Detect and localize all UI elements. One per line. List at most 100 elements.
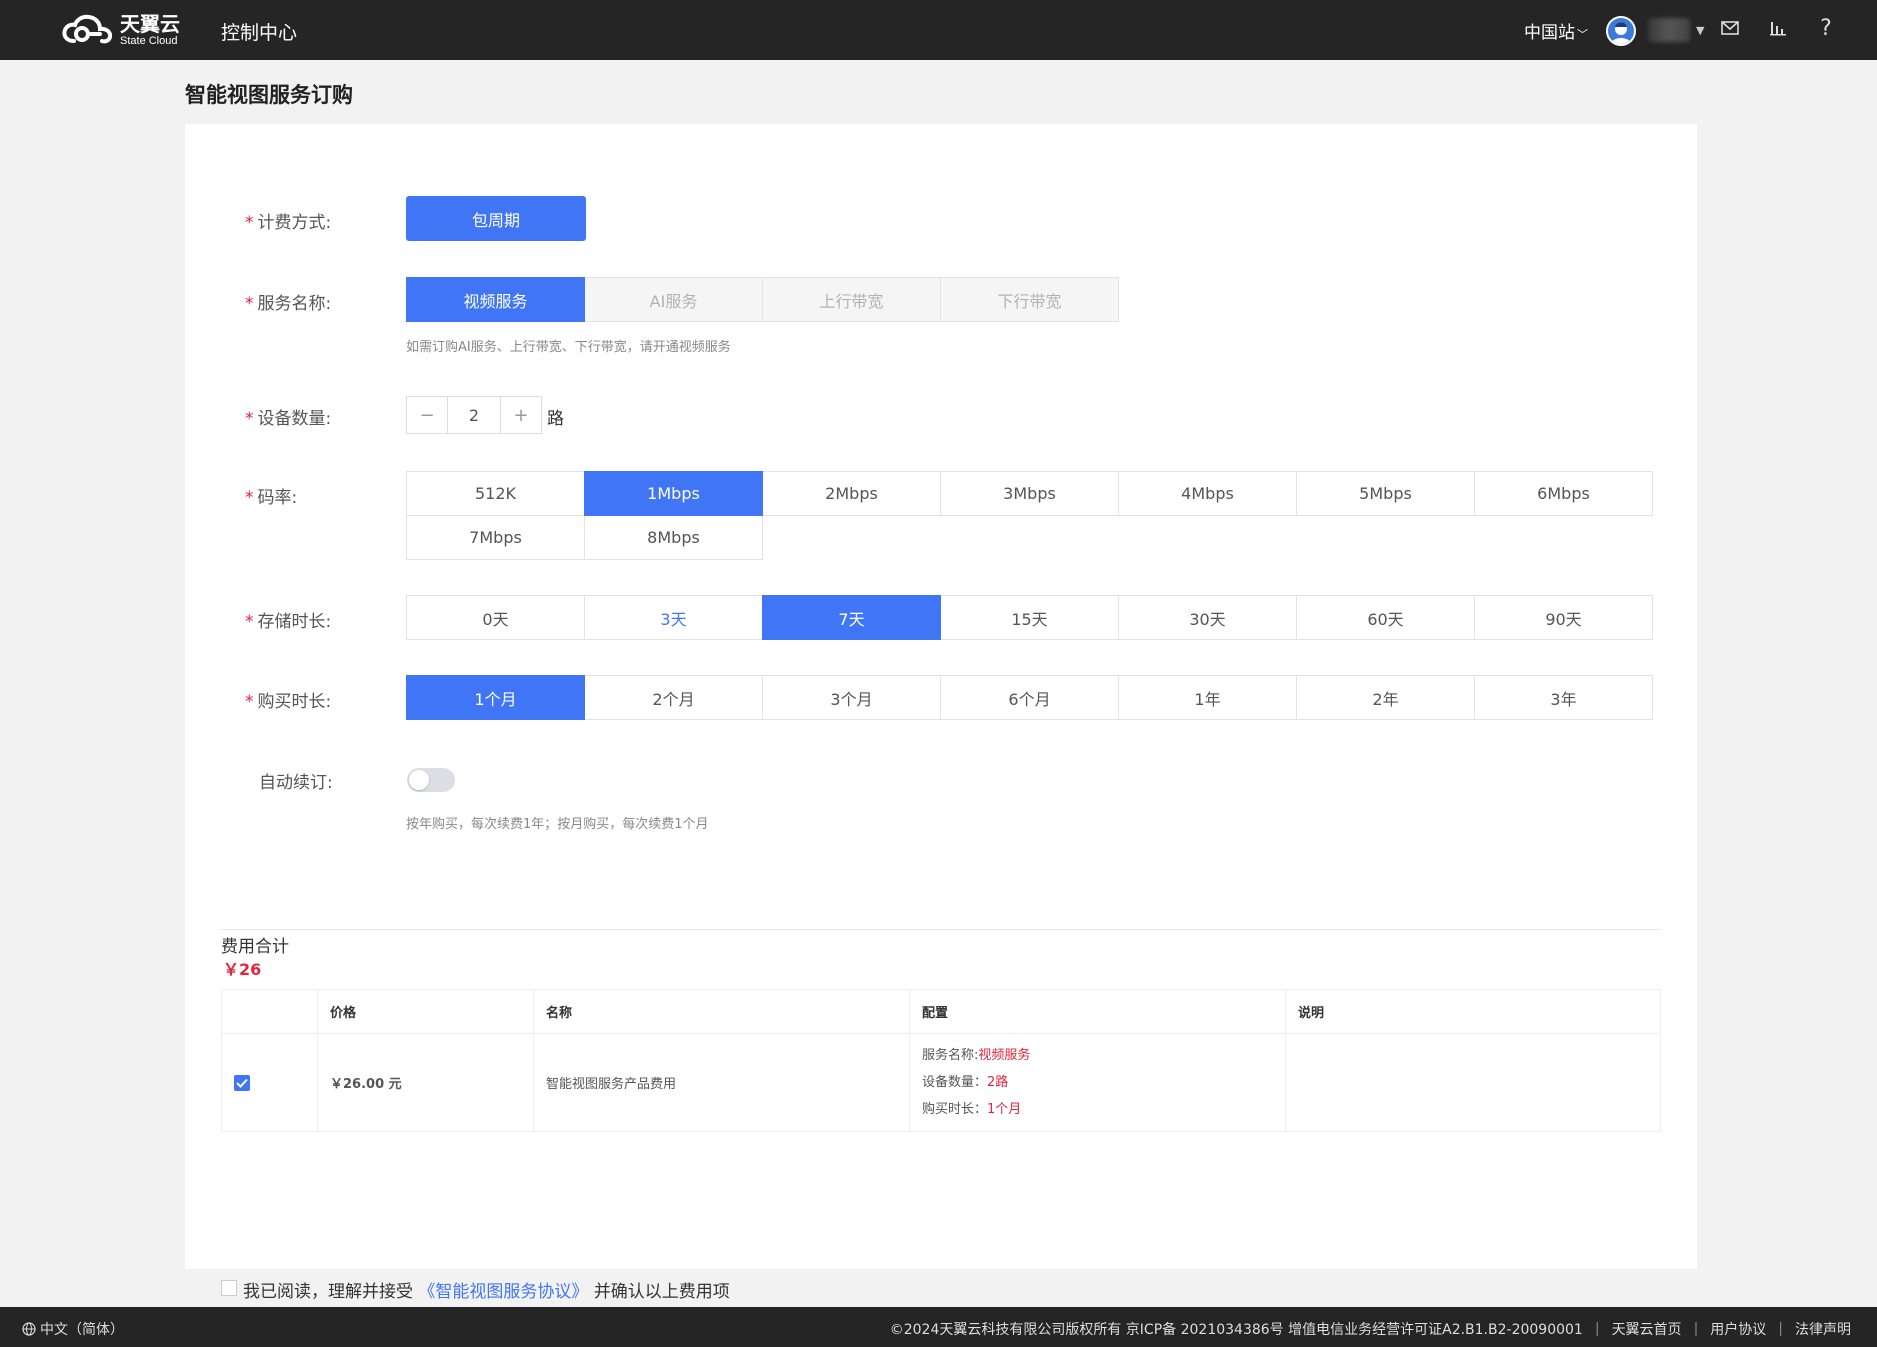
bitrate-option-7mbps[interactable]: 7Mbps <box>406 515 585 560</box>
bitrate-option-8mbps[interactable]: 8Mbps <box>584 515 763 560</box>
storage-label: * 存储时长: <box>245 612 332 632</box>
storage-option-3d[interactable]: 3天 <box>584 595 763 640</box>
auto-renew-toggle[interactable] <box>407 768 455 792</box>
config-value: 视频服务 <box>978 1048 1031 1063</box>
duration-option-2y[interactable]: 2年 <box>1296 675 1475 720</box>
billing-prepaid-button[interactable]: 包周期 <box>406 196 586 241</box>
agreement-checkbox[interactable] <box>221 1280 237 1296</box>
bar-stats-icon[interactable] <box>1766 16 1790 40</box>
service-hint: 如需订购AI服务、上行带宽、下行带宽，请开通视频服务 <box>406 340 731 355</box>
service-option-video[interactable]: 视频服务 <box>406 277 585 322</box>
storage-option-90d[interactable]: 90天 <box>1474 595 1653 640</box>
fee-total-amount: ￥26 <box>223 960 262 979</box>
devices-label: * 设备数量: <box>245 409 332 429</box>
row-price: ￥26.00 元 <box>317 1033 534 1132</box>
logo-name: 天翼云 <box>120 11 180 36</box>
bitrate-options: 512K 1Mbps 2Mbps 3Mbps 4Mbps 5Mbps 6Mbps… <box>406 471 1666 560</box>
increment-button[interactable]: + <box>501 397 541 433</box>
row-config: 服务名称:视频服务 设备数量：2路 购买时长：1个月 <box>909 1033 1286 1132</box>
bitrate-label: * 码率: <box>245 488 298 508</box>
bitrate-option-2mbps[interactable]: 2Mbps <box>762 471 941 516</box>
config-value: 1个月 <box>987 1102 1022 1117</box>
footer-right: ©2024天翼云科技有限公司版权所有 京ICP备 2021034386号 增值电… <box>889 1319 1851 1339</box>
logo-subtitle: State Cloud <box>120 34 178 47</box>
config-key: 设备数量： <box>922 1075 988 1090</box>
column-note: 说明 <box>1285 989 1661 1034</box>
language-label: 中文（简体） <box>40 1322 124 1338</box>
footer: 中文（简体） ©2024天翼云科技有限公司版权所有 京ICP备 20210343… <box>0 1307 1877 1347</box>
duration-option-3m[interactable]: 3个月 <box>762 675 941 720</box>
duration-option-2m[interactable]: 2个月 <box>584 675 763 720</box>
storage-option-60d[interactable]: 60天 <box>1296 595 1475 640</box>
auto-renew-hint: 按年购买，每次续费1年；按月购买，每次续费1个月 <box>406 817 709 832</box>
table-row: ￥26.00 元 智能视图服务产品费用 服务名称:视频服务 设备数量：2路 购买… <box>221 1033 1661 1132</box>
fee-total-title: 费用合计 <box>221 937 289 957</box>
mail-icon[interactable] <box>1718 16 1742 40</box>
service-options: 视频服务 AI服务 上行带宽 下行带宽 <box>406 277 1126 322</box>
config-value: 2路 <box>987 1075 1009 1090</box>
column-config: 配置 <box>909 989 1286 1034</box>
username-redacted[interactable] <box>1648 18 1690 42</box>
caret-down-icon[interactable]: ▼ <box>1696 24 1704 37</box>
bitrate-option-3mbps[interactable]: 3Mbps <box>940 471 1119 516</box>
cloud-logo-icon <box>62 14 113 44</box>
storage-options: 0天 3天 7天 15天 30天 60天 90天 <box>406 595 1666 640</box>
avatar-icon <box>1611 22 1631 44</box>
bitrate-option-5mbps[interactable]: 5Mbps <box>1296 471 1475 516</box>
agreement-link[interactable]: 《智能视图服务协议》 <box>418 1282 588 1302</box>
duration-option-6m[interactable]: 6个月 <box>940 675 1119 720</box>
copyright-text: ©2024天翼云科技有限公司版权所有 京ICP备 2021034386号 增值电… <box>889 1322 1583 1338</box>
billing-label: * 计费方式: <box>245 213 332 233</box>
config-key: 服务名称: <box>922 1048 979 1063</box>
duration-options: 1个月 2个月 3个月 6个月 1年 2年 3年 <box>406 675 1666 720</box>
column-select <box>221 989 318 1034</box>
column-name: 名称 <box>533 989 910 1034</box>
order-form-card: * 计费方式: 包周期 * 服务名称: 视频服务 AI服务 上行带宽 下行带宽 如需… <box>185 124 1697 1347</box>
region-label: 中国站 <box>1524 23 1575 43</box>
section-divider <box>221 929 1661 930</box>
footer-link-legal[interactable]: 法律声明 <box>1795 1319 1851 1339</box>
row-name: 智能视图服务产品费用 <box>533 1033 910 1132</box>
column-price: 价格 <box>317 989 534 1034</box>
storage-option-0d[interactable]: 0天 <box>406 595 585 640</box>
language-selector[interactable]: 中文（简体） <box>22 1319 124 1339</box>
chevron-down-icon: ﹀ <box>1577 28 1588 41</box>
decrement-button[interactable]: − <box>407 397 447 433</box>
service-option-upload-bandwidth[interactable]: 上行带宽 <box>762 277 941 322</box>
devices-input[interactable]: 2 <box>447 397 501 433</box>
storage-option-7d[interactable]: 7天 <box>762 595 941 640</box>
row-note <box>1285 1033 1661 1132</box>
row-checkbox[interactable] <box>234 1074 250 1091</box>
bitrate-option-1mbps[interactable]: 1Mbps <box>584 471 763 516</box>
footer-link-home[interactable]: 天翼云首页 <box>1612 1319 1682 1339</box>
logo[interactable]: 天翼云 State Cloud <box>60 12 180 48</box>
storage-option-30d[interactable]: 30天 <box>1118 595 1297 640</box>
globe-icon <box>22 1322 36 1336</box>
auto-renew-label: 自动续订: <box>259 773 333 793</box>
toggle-knob <box>409 770 429 790</box>
service-option-download-bandwidth[interactable]: 下行带宽 <box>940 277 1119 322</box>
region-selector[interactable]: 中国站 ﹀ <box>1524 18 1588 43</box>
help-icon[interactable]: ? <box>1814 16 1838 41</box>
bitrate-option-4mbps[interactable]: 4Mbps <box>1118 471 1297 516</box>
fee-table: 价格 名称 配置 说明 ￥26.00 元 智能视图服务产品费用 服务名称:视频服… <box>221 989 1661 1132</box>
duration-option-1m[interactable]: 1个月 <box>406 675 585 720</box>
top-header: 天翼云 State Cloud 控制中心 中国站 ﹀ ▼ ? <box>0 0 1877 60</box>
user-avatar[interactable] <box>1606 16 1636 46</box>
bitrate-option-512k[interactable]: 512K <box>406 471 585 516</box>
service-option-ai[interactable]: AI服务 <box>584 277 763 322</box>
duration-label: * 购买时长: <box>245 692 332 712</box>
agreement-text: 我已阅读，理解并接受 《智能视图服务协议》 并确认以上费用项 <box>243 1282 730 1302</box>
duration-option-1y[interactable]: 1年 <box>1118 675 1297 720</box>
devices-unit: 路 <box>547 409 564 429</box>
config-key: 购买时长： <box>922 1102 988 1117</box>
console-title-link[interactable]: 控制中心 <box>221 18 297 45</box>
footer-link-user-agreement[interactable]: 用户协议 <box>1710 1319 1766 1339</box>
storage-option-15d[interactable]: 15天 <box>940 595 1119 640</box>
devices-stepper: − 2 + <box>406 396 542 434</box>
service-label: * 服务名称: <box>245 294 332 314</box>
bitrate-option-6mbps[interactable]: 6Mbps <box>1474 471 1653 516</box>
duration-option-3y[interactable]: 3年 <box>1474 675 1653 720</box>
fee-table-header: 价格 名称 配置 说明 <box>221 989 1661 1034</box>
page-title: 智能视图服务订购 <box>185 83 353 107</box>
